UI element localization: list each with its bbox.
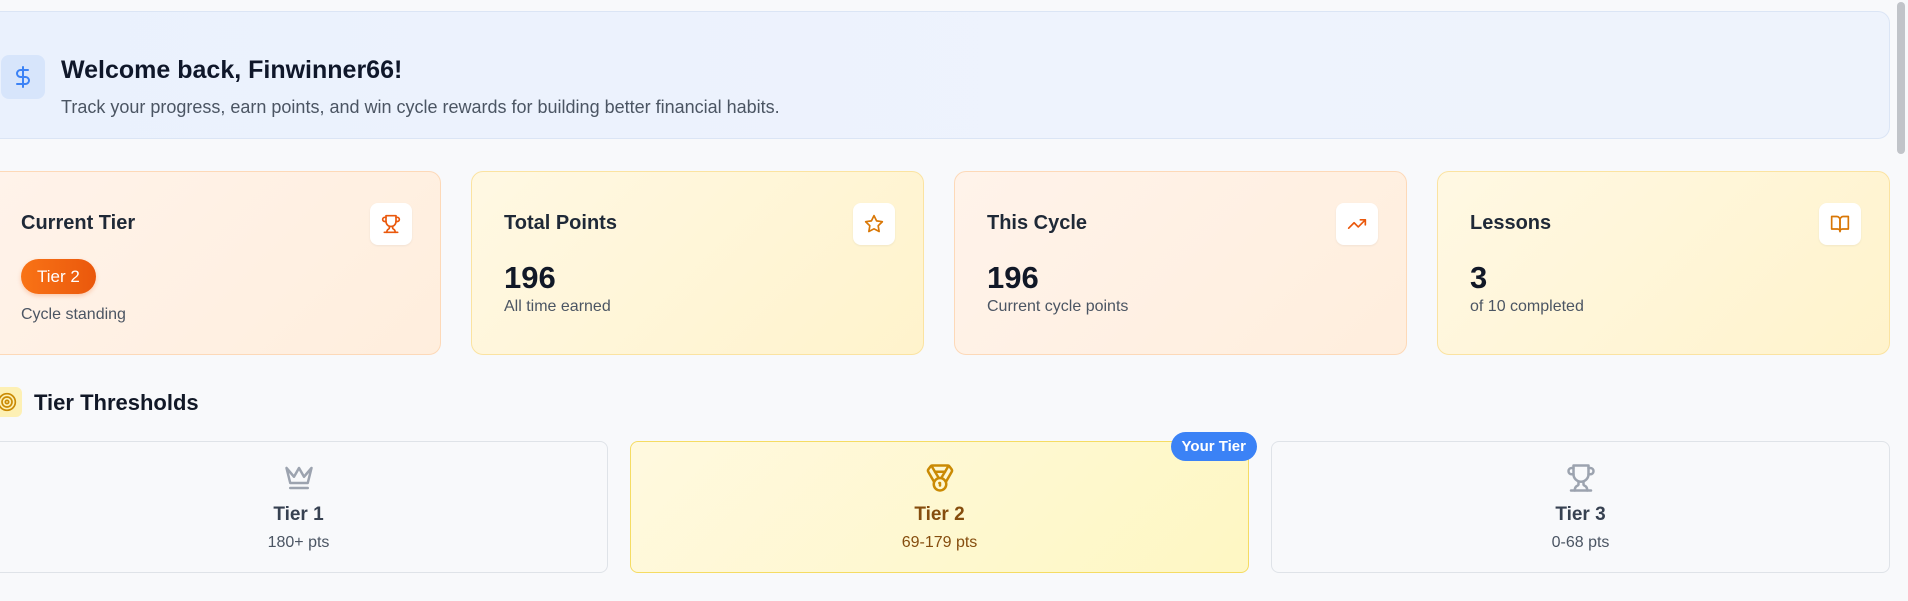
current-tier-badge: Tier 2 bbox=[21, 259, 96, 294]
welcome-title: Welcome back, Finwinner66! bbox=[61, 56, 403, 84]
dashboard-page: Welcome back, Finwinner66! Track your pr… bbox=[0, 0, 1908, 601]
stat-title: Current Tier bbox=[21, 212, 136, 234]
stat-caption: of 10 completed bbox=[1470, 298, 1584, 315]
section-title: Tier Thresholds bbox=[34, 390, 199, 415]
dollar-icon bbox=[1, 55, 45, 99]
scrollbar-thumb[interactable] bbox=[1897, 2, 1905, 154]
tier-name: Tier 1 bbox=[273, 504, 324, 525]
stat-value: 3 bbox=[1470, 260, 1488, 295]
trophy-icon bbox=[1565, 462, 1597, 494]
stat-caption: Current cycle points bbox=[987, 298, 1129, 315]
stat-caption: Cycle standing bbox=[21, 306, 126, 323]
trending-up-icon bbox=[1336, 203, 1378, 245]
stat-title: Lessons bbox=[1470, 212, 1552, 234]
tier-range: 0-68 pts bbox=[1551, 534, 1610, 551]
page-scrollbar[interactable] bbox=[1894, 0, 1908, 601]
book-open-icon bbox=[1819, 203, 1861, 245]
target-icon bbox=[0, 387, 22, 417]
stat-value: 196 bbox=[504, 260, 556, 295]
welcome-subtitle: Track your progress, earn points, and wi… bbox=[61, 97, 780, 117]
your-tier-badge: Your Tier bbox=[1170, 432, 1257, 461]
medal-icon bbox=[924, 462, 956, 494]
tier-3-card: Tier 3 0-68 pts bbox=[1271, 441, 1890, 573]
stat-title: This Cycle bbox=[987, 212, 1088, 234]
crown-icon bbox=[283, 462, 315, 494]
stat-title: Total Points bbox=[504, 212, 617, 234]
star-icon bbox=[853, 203, 895, 245]
tier-range: 69-179 pts bbox=[901, 534, 978, 551]
total-points-card: Total Points 196 All time earned bbox=[471, 171, 924, 355]
tier-range: 180+ pts bbox=[267, 534, 330, 551]
stat-caption: All time earned bbox=[504, 298, 611, 315]
tier-name: Tier 3 bbox=[1555, 504, 1606, 525]
stat-value: 196 bbox=[987, 260, 1039, 295]
lessons-card: Lessons 3 of 10 completed bbox=[1437, 171, 1890, 355]
this-cycle-card: This Cycle 196 Current cycle points bbox=[954, 171, 1407, 355]
tier-1-card: Tier 1 180+ pts bbox=[0, 441, 608, 573]
trophy-icon bbox=[370, 203, 412, 245]
current-tier-card: Current Tier Tier 2 Cycle standing bbox=[0, 171, 441, 355]
welcome-banner: Welcome back, Finwinner66! Track your pr… bbox=[0, 11, 1890, 139]
tier-name: Tier 2 bbox=[914, 504, 965, 525]
tier-2-card: Tier 2 69-179 pts Your Tier bbox=[630, 432, 1257, 573]
